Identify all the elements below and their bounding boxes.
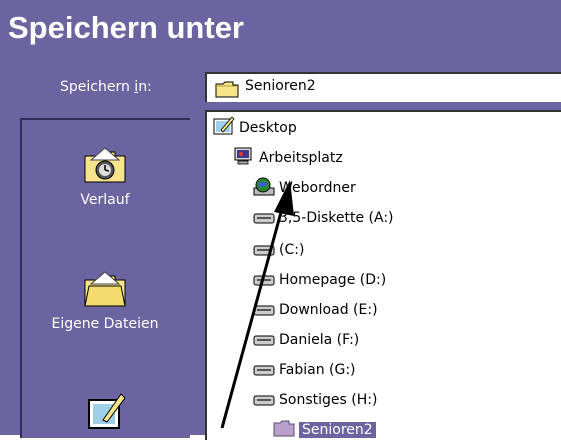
annotation-arrow bbox=[220, 180, 294, 429]
